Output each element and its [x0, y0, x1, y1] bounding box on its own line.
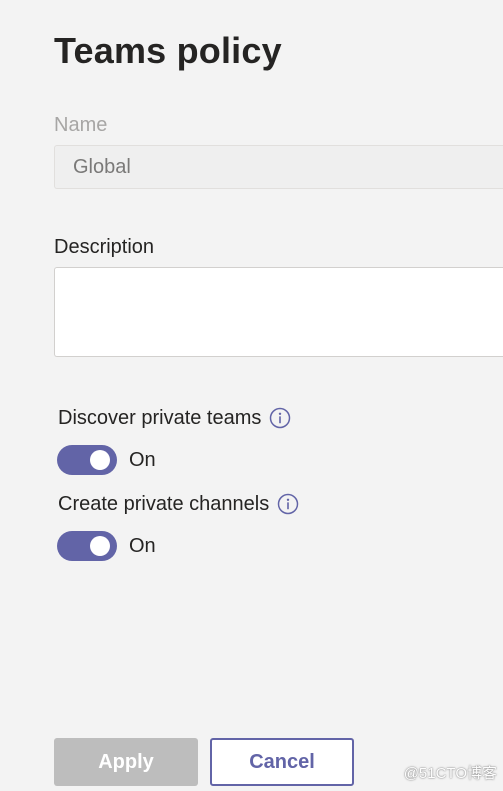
toggle-state-label: On	[129, 448, 156, 471]
toggle-discover-private-teams-row: On	[57, 445, 156, 475]
cancel-button[interactable]: Cancel	[210, 738, 354, 786]
toggle-knob	[90, 450, 110, 470]
toggle-state-label: On	[129, 534, 156, 557]
watermark: @51CTO博客	[403, 765, 497, 782]
toggle-create-private-channels-row: On	[57, 531, 156, 561]
setting-label: Discover private teams	[58, 407, 262, 429]
info-icon[interactable]	[269, 407, 291, 429]
description-textarea[interactable]	[54, 267, 503, 357]
setting-create-private-channels: Create private channels	[58, 491, 299, 517]
setting-discover-private-teams: Discover private teams	[58, 405, 291, 431]
info-icon[interactable]	[277, 493, 299, 515]
teams-policy-panel: Teams policy Name Description Discover p…	[0, 0, 503, 791]
toggle-switch[interactable]	[57, 531, 117, 561]
toggle-knob	[90, 536, 110, 556]
name-input[interactable]	[54, 145, 503, 189]
name-label: Name	[54, 114, 108, 136]
description-label: Description	[54, 236, 155, 258]
apply-button[interactable]: Apply	[54, 738, 198, 786]
page-title: Teams policy	[54, 30, 282, 71]
toggle-switch[interactable]	[57, 445, 117, 475]
setting-label: Create private channels	[58, 493, 270, 515]
